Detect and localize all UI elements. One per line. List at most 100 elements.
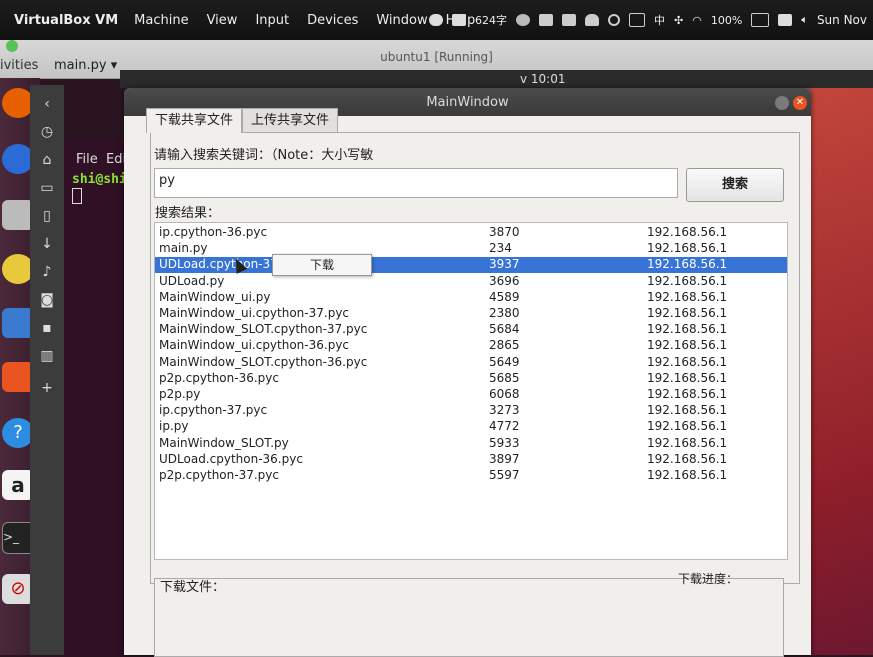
- menu-machine[interactable]: Machine: [134, 13, 188, 28]
- result-host-ip: 192.168.56.1: [647, 306, 728, 320]
- result-host-ip: 192.168.56.1: [647, 322, 728, 337]
- result-row[interactable]: ip.py 4772 192.168.56.1: [155, 419, 787, 435]
- download-panel: [154, 578, 784, 657]
- result-row[interactable]: MainWindow_ui.cpython-37.pyc 2380 192.168.…: [155, 306, 787, 322]
- result-filesize: 2865: [489, 338, 520, 353]
- search-icon[interactable]: [608, 14, 621, 26]
- display-icon[interactable]: [629, 13, 646, 27]
- video-icon[interactable]: ▪: [37, 319, 57, 337]
- result-filename: ip.cpython-36.pyc: [159, 225, 268, 239]
- result-host-ip: 192.168.56.1: [647, 403, 728, 418]
- recent-icon[interactable]: ◷: [37, 123, 57, 141]
- app-menu-virtualbox[interactable]: VirtualBox VM: [14, 13, 118, 28]
- vm-title: ubuntu1 [Running]: [380, 50, 493, 64]
- smile-icon[interactable]: [516, 14, 531, 26]
- home-icon[interactable]: ⌂: [37, 151, 57, 169]
- file-tab[interactable]: main.py ▾: [54, 58, 117, 73]
- download-icon[interactable]: ↓: [37, 235, 57, 253]
- result-filesize: 5684: [489, 322, 520, 337]
- minimize-button[interactable]: [775, 96, 789, 110]
- result-host-ip: 192.168.56.1: [647, 273, 728, 288]
- result-filesize: 3937: [489, 257, 520, 272]
- result-host-ip: 192.168.56.1: [647, 289, 728, 304]
- trash-icon[interactable]: ▥: [37, 347, 57, 365]
- result-row[interactable]: main.py 234 192.168.56.1: [155, 241, 787, 257]
- keyboard-icon[interactable]: [562, 14, 577, 26]
- result-filesize: 3897: [489, 451, 520, 466]
- result-row[interactable]: UDLoad.cpython-37. 3937 192.168.56.1: [155, 257, 787, 274]
- menu-devices[interactable]: Devices: [307, 13, 358, 28]
- result-row[interactable]: MainWindow_SLOT.cpython-37.pyc 5684 192.16…: [155, 322, 787, 338]
- activities-label[interactable]: ivities: [0, 58, 38, 73]
- result-row[interactable]: MainWindow_SLOT.py 5933 192.168.56.1: [155, 436, 787, 452]
- search-button[interactable]: 搜索: [686, 168, 784, 202]
- volume-icon[interactable]: 🔈︎: [801, 13, 808, 27]
- result-host-ip: 192.168.56.1: [647, 354, 728, 369]
- back-icon[interactable]: ‹: [37, 95, 57, 113]
- menu-window[interactable]: Window: [376, 13, 427, 28]
- terminal-menu-file[interactable]: File: [76, 152, 98, 167]
- input-method-icon[interactable]: 中: [654, 12, 665, 28]
- bell-icon[interactable]: [585, 14, 600, 26]
- tab-download-shared[interactable]: 下载共享文件: [146, 108, 243, 133]
- result-filename: UDLoad.cpython-37.: [159, 257, 282, 272]
- snowflake-icon[interactable]: ✣: [674, 14, 683, 27]
- battery-icon[interactable]: [751, 13, 770, 27]
- result-filesize: 4772: [489, 419, 520, 434]
- tab-upload-shared[interactable]: 上传共享文件: [242, 108, 339, 133]
- result-host-ip: 192.168.56.1: [647, 241, 728, 256]
- result-row[interactable]: ip.cpython-37.pyc 3273 192.168.56.1: [155, 403, 787, 419]
- close-button[interactable]: ✕: [793, 96, 807, 110]
- result-row[interactable]: MainWindow_SLOT.cpython-36.pyc 5649 192.16…: [155, 355, 787, 371]
- result-host-ip: 192.168.56.1: [647, 419, 728, 434]
- result-filename: p2p.py: [159, 387, 201, 401]
- result-row[interactable]: MainWindow_ui.py 4589 192.168.56.1: [155, 290, 787, 306]
- result-filename: UDLoad.cpython-36.pyc: [159, 451, 303, 466]
- document-icon[interactable]: ▯: [37, 207, 57, 225]
- result-row[interactable]: ip.cpython-36.pyc 3870 192.168.56.1: [155, 225, 787, 241]
- clock[interactable]: Sun Nov: [817, 13, 867, 27]
- music-icon[interactable]: ♪: [37, 263, 57, 281]
- result-host-ip: 192.168.56.1: [647, 225, 728, 239]
- result-row[interactable]: p2p.py 6068 192.168.56.1: [155, 387, 787, 403]
- result-row[interactable]: MainWindow_ui.cpython-36.pyc 2865 192.168.…: [155, 338, 787, 354]
- result-row[interactable]: p2p.cpython-37.pyc 5597 192.168.56.1: [155, 468, 787, 484]
- search-input[interactable]: py: [154, 168, 678, 198]
- result-host-ip: 192.168.56.1: [647, 370, 728, 385]
- result-filesize: 3870: [489, 225, 520, 239]
- result-filename: UDLoad.py: [159, 273, 225, 288]
- add-icon[interactable]: +: [37, 379, 57, 397]
- results-list[interactable]: ip.cpython-36.pyc 3870 192.168.56.1 main.py…: [154, 222, 788, 560]
- result-row[interactable]: UDLoad.py 3696 192.168.56.1: [155, 274, 787, 290]
- camera-icon[interactable]: ◙: [37, 291, 57, 309]
- terminal-cursor: [72, 188, 82, 204]
- result-row[interactable]: UDLoad.cpython-36.pyc 3897 192.168.56.1: [155, 452, 787, 468]
- menu-input[interactable]: Input: [255, 13, 289, 28]
- result-filesize: 5597: [489, 468, 520, 482]
- results-label: 搜索结果：: [155, 206, 221, 221]
- result-filesize: 3696: [489, 273, 520, 288]
- app-icon[interactable]: [452, 14, 467, 26]
- ubuntu-topbar: v 10:01: [120, 70, 873, 88]
- result-host-ip: 192.168.56.1: [647, 435, 728, 450]
- menu-view[interactable]: View: [207, 13, 238, 28]
- cloud-icon[interactable]: [429, 14, 444, 26]
- result-row[interactable]: p2p.cpython-36.pyc 5685 192.168.56.1: [155, 371, 787, 387]
- word-count: 624字: [475, 14, 508, 27]
- folder-icon[interactable]: ▭: [37, 179, 57, 197]
- terminal-prompt: shi@shi: [72, 172, 127, 187]
- result-filesize: 5685: [489, 370, 520, 385]
- ubuntu-clock[interactable]: v 10:01: [520, 72, 566, 86]
- download-file-label: 下载文件：: [160, 580, 226, 595]
- result-filesize: 2380: [489, 306, 520, 320]
- wifi-icon[interactable]: ◠: [692, 14, 702, 27]
- result-host-ip: 192.168.56.1: [647, 338, 728, 353]
- result-filesize: 6068: [489, 387, 520, 401]
- result-host-ip: 192.168.56.1: [647, 387, 728, 401]
- s-app-icon[interactable]: [778, 14, 793, 26]
- result-filename: MainWindow_SLOT.py: [159, 435, 289, 450]
- result-filename: MainWindow_SLOT.cpython-37.pyc: [159, 322, 368, 337]
- pen-icon[interactable]: [539, 14, 554, 26]
- result-filesize: 4589: [489, 289, 520, 304]
- context-menu-download[interactable]: 下载: [272, 254, 372, 276]
